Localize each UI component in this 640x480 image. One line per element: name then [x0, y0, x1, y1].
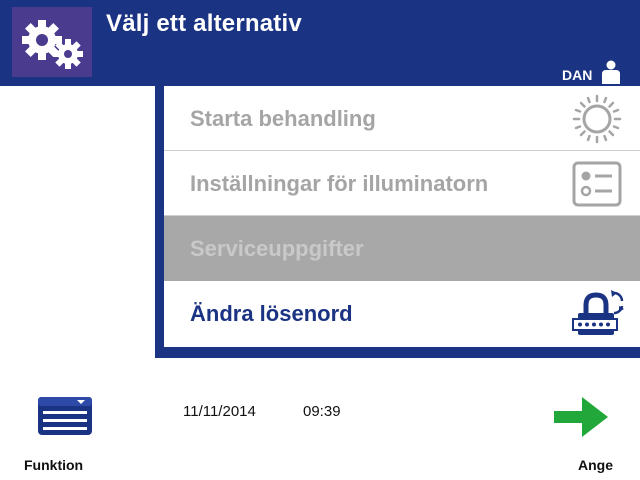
options-menu: Starta behandling Inställningar för illu… — [164, 86, 640, 347]
menu-item-start-treatment[interactable]: Starta behandling — [164, 86, 640, 151]
menu-item-label: Inställningar för illuminatorn — [190, 171, 489, 196]
function-menu-icon[interactable] — [37, 396, 93, 436]
menu-item-illuminator-settings[interactable]: Inställningar för illuminatorn — [164, 151, 640, 216]
date-display: 11/11/2014 — [183, 403, 256, 420]
menu-item-service-tasks[interactable]: Serviceuppgifter — [164, 216, 640, 281]
sun-icon — [572, 94, 622, 144]
menu-item-label: Ändra lösenord — [190, 301, 353, 326]
header-bar: Välj ett alternativ DAN — [0, 0, 640, 86]
green-arrow-right-icon[interactable] — [550, 392, 614, 442]
menu-item-label: Starta behandling — [190, 106, 376, 131]
user-icon — [602, 60, 621, 84]
page-title: Välj ett alternativ — [106, 10, 302, 37]
gears-icon-tile — [12, 7, 92, 77]
gears-icon — [22, 20, 83, 69]
menu-item-label: Serviceuppgifter — [190, 236, 364, 261]
function-label[interactable]: Funktion — [24, 457, 83, 473]
password-lock-icon — [572, 290, 624, 335]
user-indicator: DAN — [562, 58, 622, 84]
menu-item-change-password[interactable]: Ändra lösenord — [164, 281, 640, 346]
user-name: DAN — [562, 67, 593, 83]
time-display: 09:39 — [303, 403, 341, 420]
enter-label[interactable]: Ange — [578, 457, 613, 473]
settings-list-icon — [572, 161, 622, 207]
